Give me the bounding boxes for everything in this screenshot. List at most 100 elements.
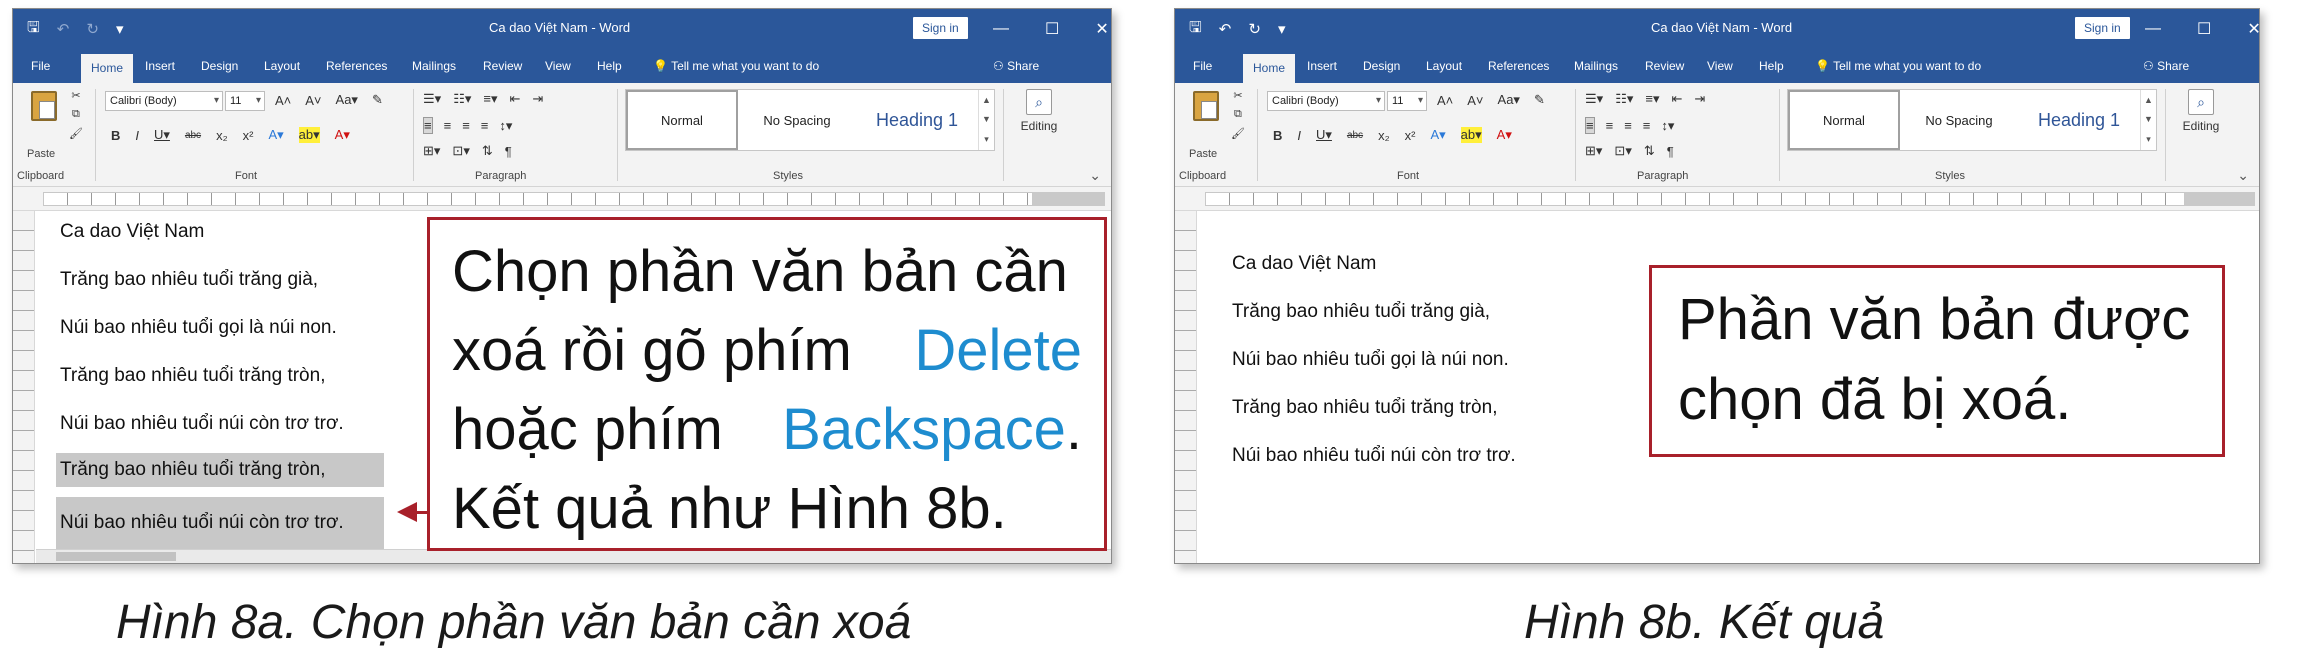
- change-case-icon[interactable]: Aa▾: [336, 92, 358, 108]
- scroll-thumb[interactable]: [56, 552, 176, 561]
- font-color-button[interactable]: A▾: [335, 127, 350, 143]
- align-center-icon[interactable]: ≡: [444, 118, 452, 133]
- maximize-icon[interactable]: ☐: [2197, 19, 2211, 39]
- doc-line[interactable]: Núi bao nhiêu tuổi gọi là núi non.: [60, 317, 337, 339]
- paste-label[interactable]: Paste: [1189, 148, 1217, 160]
- close-icon[interactable]: ✕: [1095, 19, 1108, 39]
- redo-icon[interactable]: ↻: [86, 20, 99, 38]
- doc-line[interactable]: Núi bao nhiêu tuổi núi còn trơ trơ.: [1232, 445, 1516, 467]
- chevron-down-icon[interactable]: ▼: [2144, 114, 2153, 124]
- subscript-button[interactable]: x₂: [216, 128, 228, 143]
- collapse-ribbon-icon[interactable]: ⌄: [1089, 167, 1101, 184]
- highlight-button[interactable]: ab▾: [298, 127, 320, 143]
- more-icon[interactable]: ▾: [2146, 134, 2151, 145]
- selected-line[interactable]: Núi bao nhiêu tuổi núi còn trơ trơ.: [56, 497, 384, 549]
- chevron-up-icon[interactable]: ▲: [2144, 95, 2153, 105]
- chevron-up-icon[interactable]: ▲: [982, 95, 991, 105]
- share-button[interactable]: ⚇ Share: [993, 49, 1039, 83]
- tab-view[interactable]: View: [1707, 49, 1733, 83]
- superscript-button[interactable]: x²: [243, 128, 254, 143]
- tab-mailings[interactable]: Mailings: [1574, 49, 1618, 83]
- decrease-indent-icon[interactable]: ⇤: [510, 91, 521, 107]
- borders-icon[interactable]: ⊡▾: [1614, 143, 1631, 159]
- tab-file[interactable]: File: [1193, 49, 1212, 83]
- doc-line-title[interactable]: Ca dao Việt Nam: [1232, 253, 1376, 275]
- doc-line[interactable]: Núi bao nhiêu tuổi núi còn trơ trơ.: [60, 413, 344, 435]
- borders-icon[interactable]: ⊡▾: [452, 143, 469, 159]
- justify-icon[interactable]: ≡: [1643, 118, 1651, 133]
- clear-formatting-icon[interactable]: ✎: [1534, 92, 1545, 108]
- font-size-select[interactable]: 11: [1387, 91, 1427, 111]
- bold-button[interactable]: B: [111, 128, 120, 143]
- paste-icon[interactable]: [31, 91, 57, 121]
- font-name-select[interactable]: Calibri (Body): [1267, 91, 1385, 111]
- styles-scroll[interactable]: ▲ ▼ ▾: [2140, 90, 2156, 150]
- grow-font-icon[interactable]: A˄: [1437, 93, 1453, 108]
- styles-scroll[interactable]: ▲ ▼ ▾: [978, 90, 994, 150]
- style-normal[interactable]: Normal: [1788, 90, 1900, 150]
- change-case-icon[interactable]: Aa▾: [1498, 92, 1520, 108]
- clear-formatting-icon[interactable]: ✎: [372, 92, 383, 108]
- save-icon[interactable]: 🖫: [27, 17, 40, 42]
- more-icon[interactable]: ▾: [984, 134, 989, 145]
- format-painter-icon[interactable]: 🖌: [1231, 127, 1245, 140]
- customize-qat-icon[interactable]: ▾: [116, 20, 124, 38]
- style-normal[interactable]: Normal: [626, 90, 738, 150]
- cut-icon[interactable]: ✂: [71, 89, 80, 102]
- italic-button[interactable]: I: [135, 128, 139, 143]
- align-right-icon[interactable]: ≡: [462, 118, 470, 133]
- undo-icon[interactable]: ↶: [1219, 20, 1232, 38]
- tab-layout[interactable]: Layout: [264, 49, 300, 83]
- multilevel-list-icon[interactable]: ≡▾: [1645, 91, 1659, 107]
- underline-button[interactable]: U▾: [154, 127, 170, 143]
- tab-help[interactable]: Help: [597, 49, 622, 83]
- text-effects-button[interactable]: A▾: [268, 127, 283, 143]
- share-button[interactable]: ⚇ Share: [2143, 49, 2189, 83]
- style-no-spacing[interactable]: No Spacing: [738, 90, 856, 150]
- numbering-icon[interactable]: ☷▾: [1615, 91, 1633, 107]
- selected-line[interactable]: Trăng bao nhiêu tuổi trăng tròn,: [56, 453, 384, 487]
- paste-icon[interactable]: [1193, 91, 1219, 121]
- multilevel-list-icon[interactable]: ≡▾: [483, 91, 497, 107]
- cut-icon[interactable]: ✂: [1233, 89, 1242, 102]
- tab-references[interactable]: References: [1488, 49, 1549, 83]
- minimize-icon[interactable]: —: [2145, 20, 2161, 38]
- paste-label[interactable]: Paste: [27, 148, 55, 160]
- sign-in-button[interactable]: Sign in: [913, 17, 968, 39]
- doc-line[interactable]: Trăng bao nhiêu tuổi trăng già,: [1232, 301, 1490, 323]
- grow-font-icon[interactable]: A˄: [275, 93, 291, 108]
- editing-button[interactable]: ⌕ Editing: [2171, 89, 2231, 133]
- line-spacing-icon[interactable]: ↕▾: [1661, 118, 1674, 134]
- text-effects-button[interactable]: A▾: [1430, 127, 1445, 143]
- tab-view[interactable]: View: [545, 49, 571, 83]
- chevron-down-icon[interactable]: ▼: [982, 114, 991, 124]
- align-left-icon[interactable]: ≡: [1585, 117, 1595, 134]
- bullets-icon[interactable]: ☰▾: [423, 91, 441, 107]
- redo-icon[interactable]: ↻: [1248, 20, 1261, 38]
- tab-references[interactable]: References: [326, 49, 387, 83]
- highlight-button[interactable]: ab▾: [1460, 127, 1482, 143]
- increase-indent-icon[interactable]: ⇥: [1694, 91, 1705, 107]
- tab-insert[interactable]: Insert: [1307, 49, 1337, 83]
- doc-line[interactable]: Trăng bao nhiêu tuổi trăng tròn,: [1232, 397, 1497, 419]
- doc-line-title[interactable]: Ca dao Việt Nam: [60, 221, 204, 243]
- tab-home[interactable]: Home: [81, 54, 134, 83]
- sort-icon[interactable]: ⇅: [482, 143, 493, 159]
- superscript-button[interactable]: x²: [1405, 128, 1416, 143]
- shading-icon[interactable]: ⊞▾: [423, 143, 440, 159]
- line-spacing-icon[interactable]: ↕▾: [499, 118, 512, 134]
- tab-review[interactable]: Review: [1645, 49, 1684, 83]
- font-name-select[interactable]: Calibri (Body): [105, 91, 223, 111]
- decrease-indent-icon[interactable]: ⇤: [1672, 91, 1683, 107]
- minimize-icon[interactable]: —: [993, 20, 1009, 38]
- tab-help[interactable]: Help: [1759, 49, 1784, 83]
- shrink-font-icon[interactable]: A˅: [305, 93, 321, 108]
- numbering-icon[interactable]: ☷▾: [453, 91, 471, 107]
- tab-insert[interactable]: Insert: [145, 49, 175, 83]
- style-heading-1[interactable]: Heading 1: [2018, 90, 2140, 150]
- show-marks-icon[interactable]: ¶: [505, 144, 512, 159]
- subscript-button[interactable]: x₂: [1378, 128, 1390, 143]
- tell-me-box[interactable]: 💡 Tell me what you want to do: [653, 49, 819, 83]
- align-right-icon[interactable]: ≡: [1624, 118, 1632, 133]
- show-marks-icon[interactable]: ¶: [1667, 144, 1674, 159]
